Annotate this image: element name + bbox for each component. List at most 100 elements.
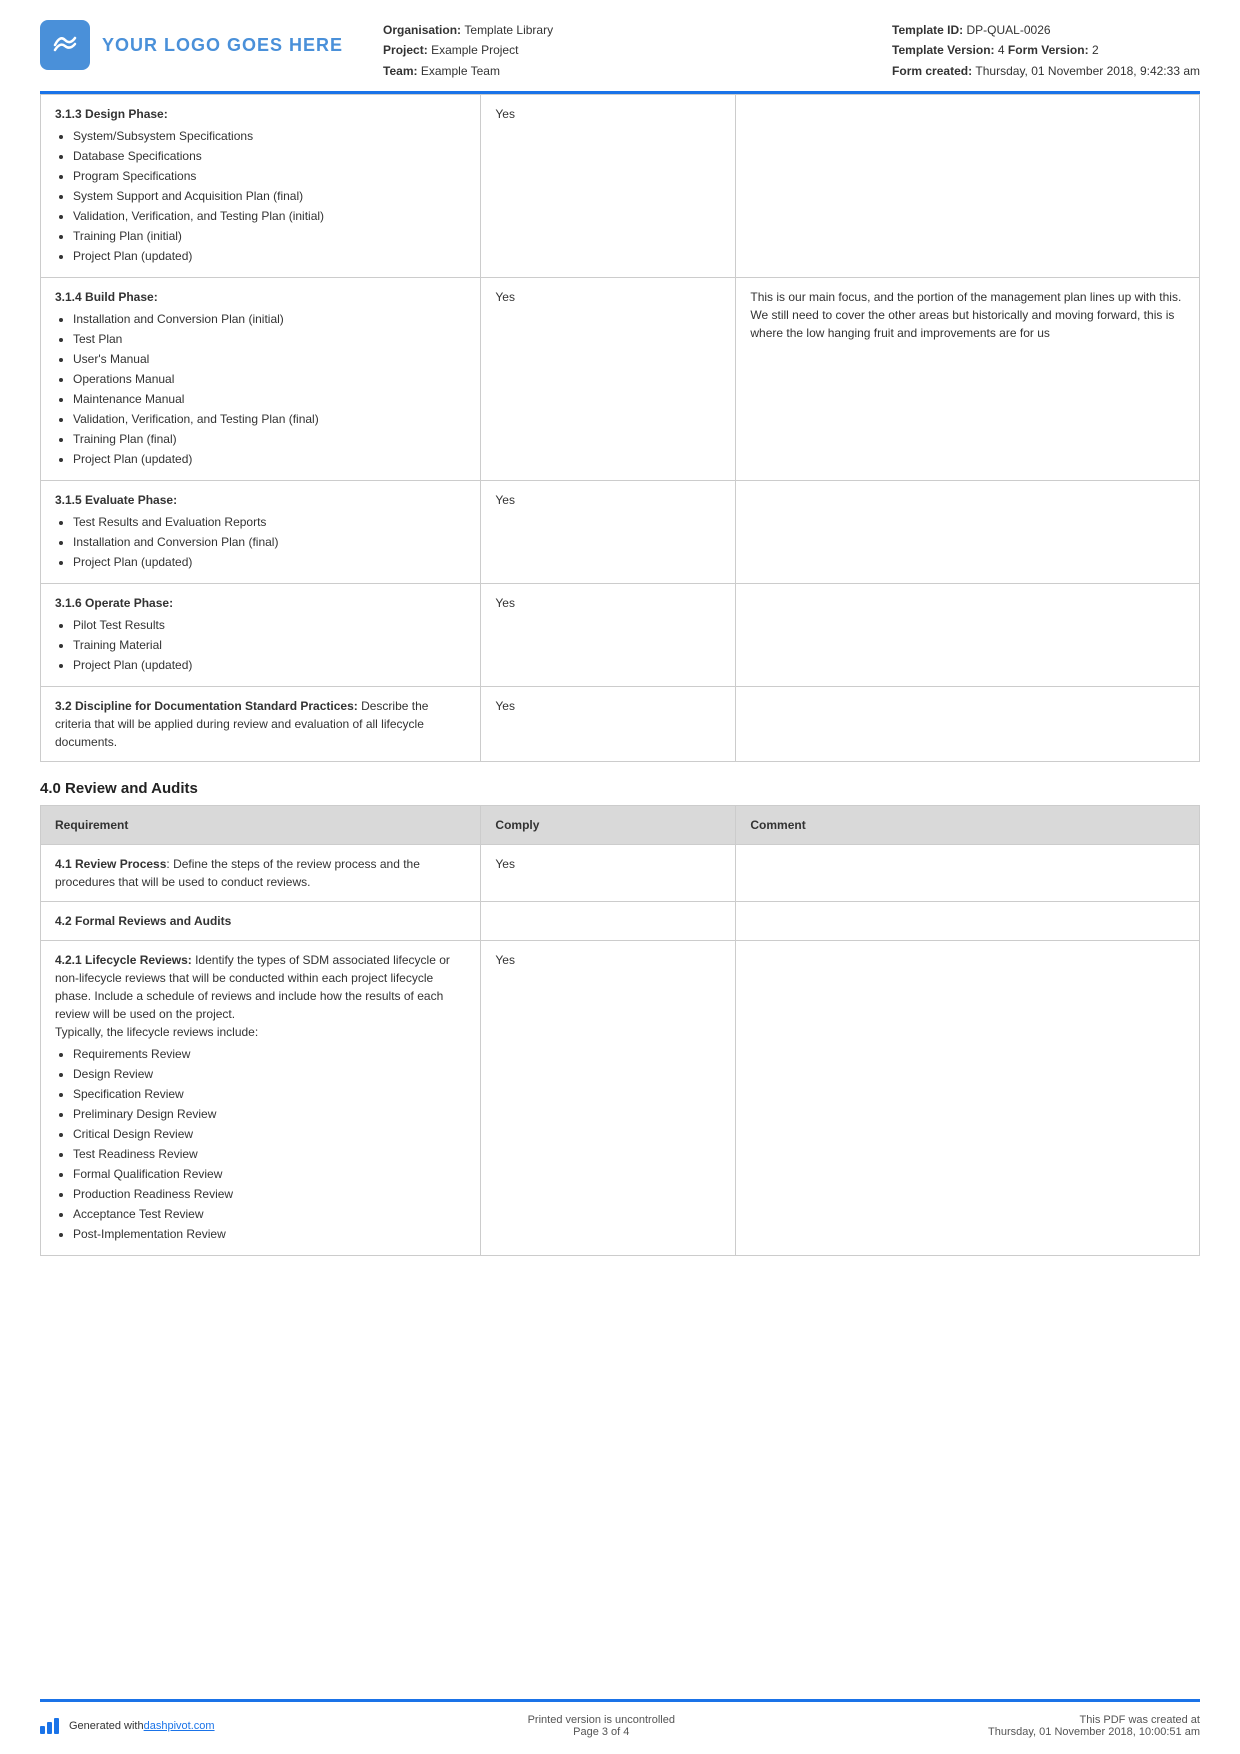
main-table-2: Requirement Comply Comment 4.1 Review Pr…	[40, 805, 1200, 1256]
page-header: YOUR LOGO GOES HERE Organisation: Templa…	[40, 0, 1200, 94]
list-item: Preliminary Design Review	[73, 1105, 466, 1123]
table-row: 3.1.6 Operate Phase: Pilot Test Results …	[41, 584, 1200, 687]
template-version-label: Template Version:	[892, 43, 994, 57]
list-item: Design Review	[73, 1065, 466, 1083]
team-label: Team:	[383, 64, 417, 78]
list-item: System/Subsystem Specifications	[73, 127, 466, 145]
comply-315: Yes	[481, 481, 736, 584]
org-value: Template Library	[464, 23, 553, 37]
table-row: 3.1.5 Evaluate Phase: Test Results and E…	[41, 481, 1200, 584]
list-item: Test Plan	[73, 330, 466, 348]
section-4-heading: 4.0 Review and Audits	[40, 780, 1200, 797]
comment-41	[736, 845, 1200, 902]
list-item: System Support and Acquisition Plan (fin…	[73, 187, 466, 205]
list-item: Test Readiness Review	[73, 1145, 466, 1163]
header-right: Template ID: DP-QUAL-0026 Template Versi…	[892, 20, 1200, 81]
org-label: Organisation:	[383, 23, 461, 37]
table-row: 4.2.1 Lifecycle Reviews: Identify the ty…	[41, 941, 1200, 1256]
bar3	[54, 1718, 59, 1734]
table-row: 3.2 Discipline for Documentation Standar…	[41, 687, 1200, 762]
col-header-requirement: Requirement	[41, 806, 481, 845]
list-item: Critical Design Review	[73, 1125, 466, 1143]
bar1	[40, 1726, 45, 1734]
list-item: Test Results and Evaluation Reports	[73, 513, 466, 531]
list-item: User's Manual	[73, 350, 466, 368]
list-item: Training Material	[73, 636, 466, 654]
dashpivot-icon	[40, 1718, 61, 1734]
comment-42	[736, 902, 1200, 941]
table-row: 3.1.3 Design Phase: System/Subsystem Spe…	[41, 95, 1200, 278]
comply-32: Yes	[481, 687, 736, 762]
list-item: Specification Review	[73, 1085, 466, 1103]
phase-316-bullets: Pilot Test Results Training Material Pro…	[73, 616, 466, 674]
phase-315-title: 3.1.5 Evaluate Phase:	[55, 491, 466, 509]
list-item: Project Plan (updated)	[73, 656, 466, 674]
dashpivot-link[interactable]: dashpivot.com	[144, 1720, 215, 1732]
form-created-label: Form created:	[892, 64, 972, 78]
generated-text: Generated with	[69, 1720, 144, 1732]
footer-left: Generated with dashpivot.com	[40, 1718, 215, 1734]
main-table-1: 3.1.3 Design Phase: System/Subsystem Spe…	[40, 94, 1200, 762]
col-header-comment: Comment	[736, 806, 1200, 845]
list-item: Installation and Conversion Plan (final)	[73, 533, 466, 551]
list-item: Acceptance Test Review	[73, 1205, 466, 1223]
phase-313-bullets: System/Subsystem Specifications Database…	[73, 127, 466, 265]
comply-314: Yes	[481, 278, 736, 481]
project-label: Project:	[383, 43, 428, 57]
form-version-label: Form Version:	[1008, 43, 1089, 57]
list-item: Database Specifications	[73, 147, 466, 165]
form-version-value: 2	[1092, 43, 1099, 57]
comment-32	[736, 687, 1200, 762]
table-header-row: Requirement Comply Comment	[41, 806, 1200, 845]
footer-right: This PDF was created at Thursday, 01 Nov…	[988, 1714, 1200, 1738]
comply-41: Yes	[481, 845, 736, 902]
comply-42	[481, 902, 736, 941]
team-value: Example Team	[421, 64, 500, 78]
phase-315-bullets: Test Results and Evaluation Reports Inst…	[73, 513, 466, 571]
list-item: Maintenance Manual	[73, 390, 466, 408]
req-421-bold: 4.2.1 Lifecycle Reviews:	[55, 953, 192, 967]
req-421-text2: Typically, the lifecycle reviews include…	[55, 1025, 258, 1039]
footer-center: Printed version is uncontrolled Page 3 o…	[528, 1714, 675, 1738]
comment-313	[736, 95, 1200, 278]
template-id-value: DP-QUAL-0026	[967, 23, 1051, 37]
list-item: Validation, Verification, and Testing Pl…	[73, 410, 466, 428]
template-version-value: 4	[998, 43, 1005, 57]
req-32-bold: 3.2 Discipline for Documentation Standar…	[55, 699, 358, 713]
comment-314: This is our main focus, and the portion …	[736, 278, 1200, 481]
phase-421-bullets: Requirements Review Design Review Specif…	[73, 1045, 466, 1243]
phase-314-title: 3.1.4 Build Phase:	[55, 288, 466, 306]
list-item: Requirements Review	[73, 1045, 466, 1063]
comment-315	[736, 481, 1200, 584]
list-item: Operations Manual	[73, 370, 466, 388]
list-item: Training Plan (final)	[73, 430, 466, 448]
table-row: 3.1.4 Build Phase: Installation and Conv…	[41, 278, 1200, 481]
footer-uncontrolled: Printed version is uncontrolled	[528, 1714, 675, 1726]
logo-area: YOUR LOGO GOES HERE	[40, 20, 343, 70]
table-row: 4.1 Review Process: Define the steps of …	[41, 845, 1200, 902]
page-footer: Generated with dashpivot.com Printed ver…	[40, 1699, 1200, 1754]
list-item: Production Readiness Review	[73, 1185, 466, 1203]
list-item: Project Plan (updated)	[73, 247, 466, 265]
list-item: Post-Implementation Review	[73, 1225, 466, 1243]
footer-pdf-datetime: Thursday, 01 November 2018, 10:00:51 am	[988, 1726, 1200, 1738]
col-header-comply: Comply	[481, 806, 736, 845]
comply-316: Yes	[481, 584, 736, 687]
phase-316-title: 3.1.6 Operate Phase:	[55, 594, 466, 612]
comply-313: Yes	[481, 95, 736, 278]
list-item: Program Specifications	[73, 167, 466, 185]
form-created-value: Thursday, 01 November 2018, 9:42:33 am	[975, 64, 1200, 78]
logo-text: YOUR LOGO GOES HERE	[102, 35, 343, 56]
comply-421: Yes	[481, 941, 736, 1256]
comment-421	[736, 941, 1200, 1256]
bar2	[47, 1722, 52, 1734]
phase-314-bullets: Installation and Conversion Plan (initia…	[73, 310, 466, 468]
project-value: Example Project	[431, 43, 518, 57]
req-41-bold: 4.1 Review Process	[55, 857, 166, 871]
list-item: Training Plan (initial)	[73, 227, 466, 245]
list-item: Pilot Test Results	[73, 616, 466, 634]
list-item: Validation, Verification, and Testing Pl…	[73, 207, 466, 225]
table-row: 4.2 Formal Reviews and Audits	[41, 902, 1200, 941]
template-id-label: Template ID:	[892, 23, 963, 37]
list-item: Installation and Conversion Plan (initia…	[73, 310, 466, 328]
